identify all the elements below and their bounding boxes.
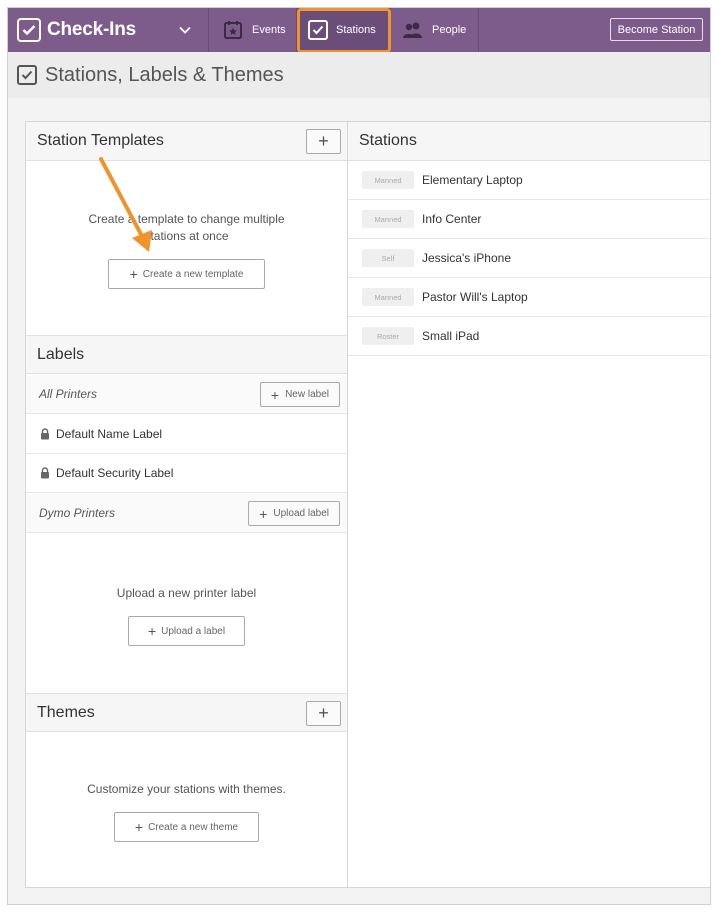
themes-header: Themes + xyxy=(26,693,347,732)
dymo-empty-text: Upload a new printer label xyxy=(116,586,257,600)
station-row[interactable]: Manned Pastor Will's Laptop xyxy=(348,278,710,317)
become-station-button[interactable]: Become Station xyxy=(610,18,703,41)
people-icon xyxy=(402,19,424,41)
chevron-down-icon xyxy=(179,26,191,34)
label-group-name: All Printers xyxy=(39,387,98,401)
plus-icon: + xyxy=(129,266,138,282)
station-name: Info Center xyxy=(422,212,482,226)
app-switcher[interactable]: Check-Ins xyxy=(8,8,208,52)
label-item-name: Default Security Label xyxy=(56,466,174,480)
labels-title: Labels xyxy=(37,345,85,363)
upload-label-text: Upload label xyxy=(273,508,329,519)
page-header: Stations, Labels & Themes xyxy=(8,52,710,98)
station-type-badge: Self xyxy=(362,249,414,267)
label-item[interactable]: Default Name Label xyxy=(26,415,347,454)
templates-empty-line-2: stations at once xyxy=(144,229,229,243)
checkins-logo-icon xyxy=(17,18,41,42)
station-row[interactable]: Manned Elementary Laptop xyxy=(348,161,710,200)
stations-title: Stations xyxy=(359,132,417,149)
new-label-button[interactable]: + New label xyxy=(259,382,340,407)
station-row[interactable]: Roster Small iPad xyxy=(348,317,710,356)
station-name: Elementary Laptop xyxy=(422,173,523,187)
themes-title: Themes xyxy=(37,703,95,721)
upload-a-label-text: Upload a label xyxy=(161,625,226,637)
label-item[interactable]: Default Security Label xyxy=(26,454,347,493)
stations-panel: Stations Manned Elementary Laptop Manned… xyxy=(347,121,710,888)
nav-divider xyxy=(478,8,479,52)
nav-people[interactable]: People xyxy=(402,8,466,52)
add-template-button[interactable]: + xyxy=(306,129,341,154)
nav-events[interactable]: Events xyxy=(222,8,286,52)
templates-empty-line-1: Create a template to change multiple xyxy=(88,212,285,226)
station-type-badge: Roster xyxy=(362,327,414,345)
station-templates-title: Station Templates xyxy=(37,132,164,149)
calendar-star-icon xyxy=(222,19,244,41)
lock-icon xyxy=(41,467,49,479)
station-templates-header: Station Templates + xyxy=(26,122,347,161)
new-label-text: New label xyxy=(285,389,329,400)
station-row[interactable]: Manned Info Center xyxy=(348,200,710,239)
nav-divider xyxy=(208,8,209,52)
plus-icon: + xyxy=(134,819,144,835)
label-item-name: Default Name Label xyxy=(56,427,163,441)
station-type-badge: Manned xyxy=(362,171,414,189)
station-name: Pastor Will's Laptop xyxy=(422,290,528,304)
station-type-badge: Manned xyxy=(362,210,414,228)
app-window: Check-Ins Events Stations People Become … xyxy=(7,7,711,905)
lock-icon xyxy=(41,428,49,440)
create-theme-button[interactable]: + Create a new theme xyxy=(114,812,259,842)
nav-people-label: People xyxy=(432,24,467,36)
upload-a-label-button[interactable]: + Upload a label xyxy=(128,616,245,646)
label-group-dymo-printers: Dymo Printers + Upload label xyxy=(26,494,347,533)
top-nav-bar: Check-Ins Events Stations People Become … xyxy=(8,8,710,53)
station-name: Jessica's iPhone xyxy=(422,251,512,265)
stations-header: Stations xyxy=(348,122,710,161)
nav-events-label: Events xyxy=(252,24,286,36)
templates-empty-text: Create a template to change multiple sta… xyxy=(26,211,347,245)
create-theme-label: Create a new theme xyxy=(148,821,239,833)
label-group-name: Dymo Printers xyxy=(39,506,116,520)
left-panel: Station Templates + Create a template to… xyxy=(25,121,348,888)
plus-icon: + xyxy=(259,505,268,522)
label-group-all-printers: All Printers + New label xyxy=(26,375,347,414)
page-title: Stations, Labels & Themes xyxy=(45,63,284,86)
plus-icon: + xyxy=(270,386,280,403)
upload-label-button[interactable]: + Upload label xyxy=(248,501,340,526)
plus-icon: + xyxy=(147,623,157,639)
create-template-button[interactable]: + Create a new template xyxy=(108,259,265,289)
station-type-badge: Manned xyxy=(362,288,414,306)
station-row[interactable]: Self Jessica's iPhone xyxy=(348,239,710,278)
themes-empty-text: Customize your stations with themes. xyxy=(87,782,286,796)
labels-header: Labels xyxy=(26,335,347,374)
orange-highlight-box xyxy=(297,8,391,53)
create-template-label: Create a new template xyxy=(142,268,244,280)
station-name: Small iPad xyxy=(422,329,480,343)
add-theme-button[interactable]: + xyxy=(306,701,341,726)
checkbox-icon xyxy=(17,65,37,85)
app-name: Check-Ins xyxy=(47,19,137,40)
